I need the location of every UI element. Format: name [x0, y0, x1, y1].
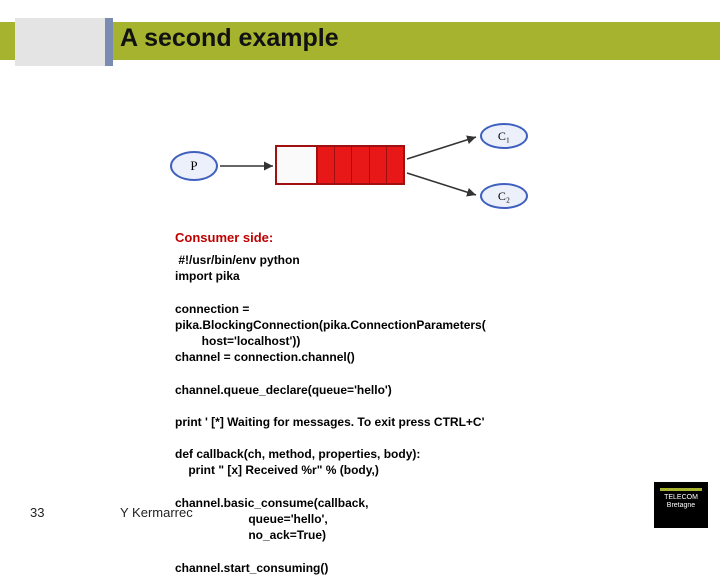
consumer1-node: C₁	[480, 123, 528, 149]
queue-msg	[318, 147, 335, 183]
queue-msg	[352, 147, 369, 183]
header-decor	[15, 18, 110, 66]
page-number: 33	[30, 505, 44, 520]
slide-title: A second example	[120, 24, 339, 53]
consumer2-node: C₂	[480, 183, 528, 209]
consumer-heading: Consumer side:	[175, 230, 273, 245]
logo-line1: TELECOM	[654, 494, 708, 502]
logo-telecom-bretagne: TELECOM Bretagne	[654, 482, 708, 528]
producer-node: P	[170, 151, 218, 181]
queue-msg	[335, 147, 352, 183]
header-decor-blue	[105, 18, 113, 66]
queue-msg	[370, 147, 387, 183]
diagram: P C₁ C₂	[170, 115, 550, 215]
code-block: #!/usr/bin/env python import pika connec…	[175, 252, 486, 576]
author: Y Kermarrec	[120, 505, 193, 520]
logo-line2: Bretagne	[654, 502, 708, 510]
logo-bar	[660, 488, 702, 491]
queue-empty-slot	[277, 147, 318, 183]
slide-header: A second example	[0, 0, 720, 78]
queue-msg	[387, 147, 403, 183]
queue	[275, 145, 405, 185]
